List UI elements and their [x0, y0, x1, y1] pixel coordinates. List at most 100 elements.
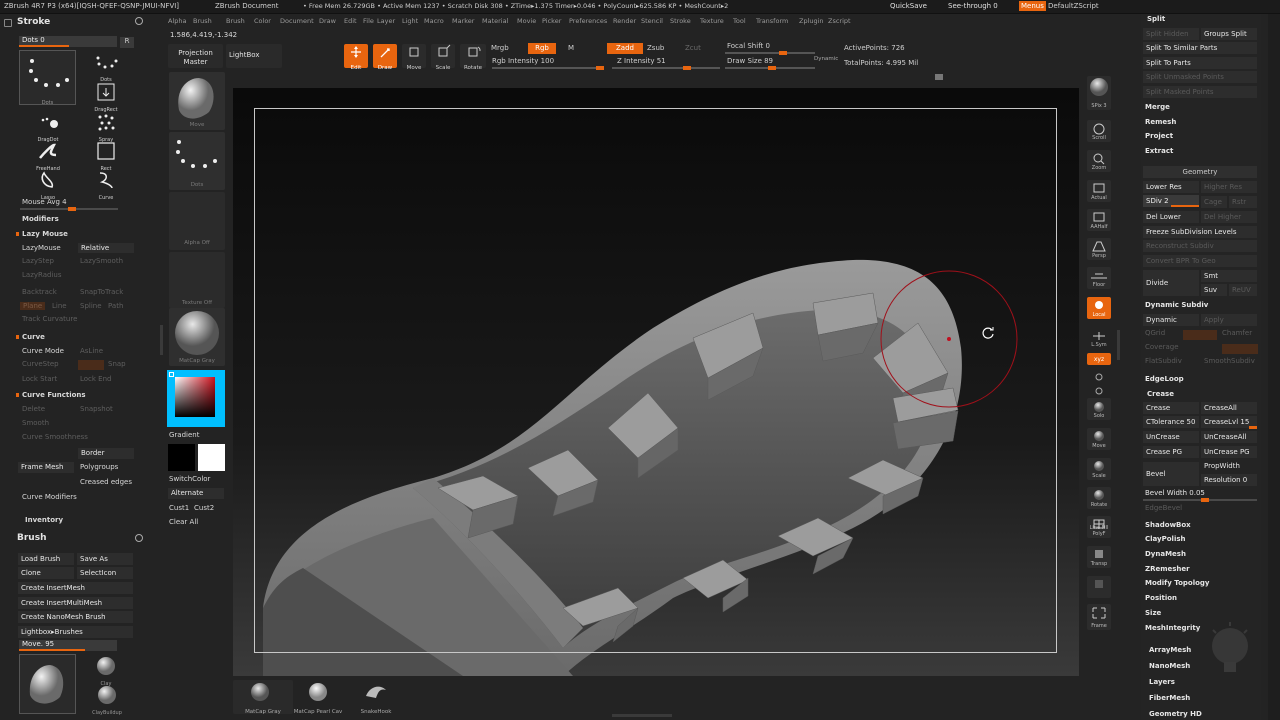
uncreaseall-button[interactable]: UnCreaseAll	[1201, 431, 1257, 443]
axis-y-button[interactable]	[1087, 368, 1111, 381]
asline-button[interactable]: AsLine	[80, 347, 103, 355]
transp-button[interactable]: Transp	[1087, 546, 1111, 568]
menu-texture[interactable]: Texture	[700, 17, 724, 25]
load-brush-button[interactable]: Load Brush	[18, 553, 74, 565]
menu-movie[interactable]: Movie	[517, 17, 536, 25]
snaptotrack-button[interactable]: SnapToTrack	[80, 288, 123, 296]
lock-start-button[interactable]: Lock Start	[22, 375, 57, 383]
r-button[interactable]: R	[120, 37, 134, 48]
shelf-material[interactable]: MatCap Gray	[169, 308, 225, 366]
brush-clay-thumb[interactable]: Clay	[96, 656, 116, 687]
zremesher-section[interactable]: ZRemesher	[1145, 565, 1190, 573]
plane-button[interactable]: Plane	[20, 302, 46, 310]
frame-button[interactable]: Frame	[1087, 604, 1111, 630]
curve-section[interactable]: Curve	[22, 333, 45, 341]
dynamic-subdiv-section[interactable]: Dynamic Subdiv	[1145, 301, 1208, 309]
rotate-button[interactable]: Rotate	[460, 44, 486, 71]
quicksave-button[interactable]: QuickSave	[890, 2, 927, 10]
nanomesh-section[interactable]: NanoMesh	[1149, 662, 1190, 670]
split-hidden-button[interactable]: Split Hidden	[1143, 28, 1199, 40]
stroke-curve[interactable]: Curve	[92, 170, 120, 201]
groups-split-button[interactable]: Groups Split	[1201, 28, 1257, 40]
cust2-button[interactable]: Cust2	[194, 504, 214, 512]
save-as-button[interactable]: Save As	[77, 553, 133, 565]
edit-button[interactable]: Edit	[344, 44, 368, 71]
polyf-button[interactable]: Line Fill PolyF	[1087, 516, 1111, 538]
fibermesh-section[interactable]: FiberMesh	[1149, 694, 1190, 702]
menu-file[interactable]: File	[363, 17, 374, 25]
draw-size-thumb[interactable]	[768, 66, 776, 70]
menu-draw[interactable]: Draw	[319, 17, 336, 25]
rotate-view-button[interactable]: Rotate	[1087, 487, 1111, 509]
project-section[interactable]: Project	[1145, 132, 1173, 140]
sdiv-slider[interactable]: SDiv 2	[1143, 195, 1199, 207]
focal-shift-thumb[interactable]	[779, 51, 787, 55]
zoom-button[interactable]: Zoom	[1087, 150, 1111, 172]
modifiers-section[interactable]: Modifiers	[22, 215, 59, 223]
delete-button[interactable]: Delete	[22, 405, 45, 413]
selecticon-button[interactable]: SelectIcon	[77, 567, 133, 579]
create-insertmesh-button[interactable]: Create InsertMesh	[18, 582, 133, 594]
bottom-matcap-gray[interactable]: MatCap Gray	[233, 680, 293, 715]
smooth-button[interactable]: Smooth	[22, 419, 49, 427]
menu-stroke[interactable]: Stroke	[670, 17, 691, 25]
line-button[interactable]: Line	[52, 302, 67, 310]
menu-marker[interactable]: Marker	[452, 17, 474, 25]
rgb-button[interactable]: Rgb	[528, 43, 556, 54]
menu-document[interactable]: Document	[280, 17, 314, 25]
shelf-move-brush[interactable]: Move	[169, 72, 225, 130]
extract-section[interactable]: Extract	[1145, 147, 1173, 155]
crease-button[interactable]: Crease	[1143, 402, 1199, 414]
shelf-texture[interactable]: Texture Off	[169, 252, 225, 308]
higher-res-button[interactable]: Higher Res	[1201, 181, 1257, 193]
lower-res-button[interactable]: Lower Res	[1143, 181, 1199, 193]
dots-slider[interactable]: Dots 0	[19, 36, 117, 47]
lazysmooth-slider[interactable]: LazySmooth	[80, 257, 123, 265]
dynamesh-section[interactable]: DynaMesh	[1145, 550, 1186, 558]
shelf-alpha[interactable]: Alpha Off	[169, 192, 225, 250]
menu-render[interactable]: Render	[613, 17, 636, 25]
edgeloop-section[interactable]: EdgeLoop	[1145, 375, 1184, 383]
menu-macro[interactable]: Macro	[424, 17, 444, 25]
creaseall-button[interactable]: CreaseAll	[1201, 402, 1257, 414]
gradient-toggle[interactable]: Gradient	[169, 431, 199, 439]
menu-zplugin[interactable]: Zplugin	[799, 17, 824, 25]
bottom-shelf-handle[interactable]	[612, 714, 672, 717]
z-intensity-slider[interactable]: Z Intensity 51	[617, 57, 666, 65]
dynamic-button[interactable]: Dynamic	[1143, 314, 1199, 326]
geometry-section[interactable]: Geometry	[1143, 166, 1257, 178]
rgb-intensity-thumb[interactable]	[596, 66, 604, 70]
divide-button[interactable]: Divide	[1143, 270, 1199, 296]
menu-layer[interactable]: Layer	[377, 17, 395, 25]
geometry-hd-section[interactable]: Geometry HD	[1149, 710, 1202, 718]
menu-transform[interactable]: Transform	[756, 17, 788, 25]
panel-collapse-icon[interactable]	[4, 19, 12, 27]
menu-zscript[interactable]: Zscript	[828, 17, 851, 25]
curvestep-slider[interactable]: CurveStep	[22, 360, 59, 368]
arraymesh-section[interactable]: ArrayMesh	[1149, 646, 1191, 654]
menu-stencil[interactable]: Stencil	[641, 17, 663, 25]
lazyradius-slider[interactable]: LazyRadius	[22, 271, 61, 279]
uncrease-button[interactable]: UnCrease	[1143, 431, 1199, 443]
curve-functions-section[interactable]: Curve Functions	[22, 391, 86, 399]
menu-brush[interactable]: Brush	[193, 17, 212, 25]
reuv-button[interactable]: ReUV	[1229, 284, 1257, 296]
bottom-matcap-pearl[interactable]: MatCap Pearl Cav	[288, 680, 348, 715]
switchcolor-button[interactable]: SwitchColor	[169, 475, 210, 483]
merge-section[interactable]: Merge	[1145, 103, 1170, 111]
right-shelf-handle[interactable]	[1117, 330, 1120, 360]
claypolish-section[interactable]: ClayPolish	[1145, 535, 1186, 543]
spline-button[interactable]: Spline	[80, 302, 102, 310]
brush-move-thumb[interactable]	[19, 654, 76, 714]
suv-button[interactable]: Suv	[1201, 284, 1227, 296]
track-curvature-slider[interactable]: Track Curvature	[22, 315, 77, 323]
menu-material[interactable]: Material	[482, 17, 508, 25]
shadowbox-section[interactable]: ShadowBox	[1145, 521, 1191, 529]
rstr-button[interactable]: Rstr	[1229, 196, 1257, 208]
brush-panel-title[interactable]: Brush	[17, 533, 46, 543]
stroke-lasso[interactable]: Lasso	[34, 170, 62, 201]
spix-button[interactable]: SPix 3	[1087, 76, 1111, 110]
draw-size-slider[interactable]: Draw Size 89	[727, 57, 773, 65]
snapshot-button[interactable]: Snapshot	[80, 405, 113, 413]
mouse-avg-thumb[interactable]	[68, 207, 76, 211]
